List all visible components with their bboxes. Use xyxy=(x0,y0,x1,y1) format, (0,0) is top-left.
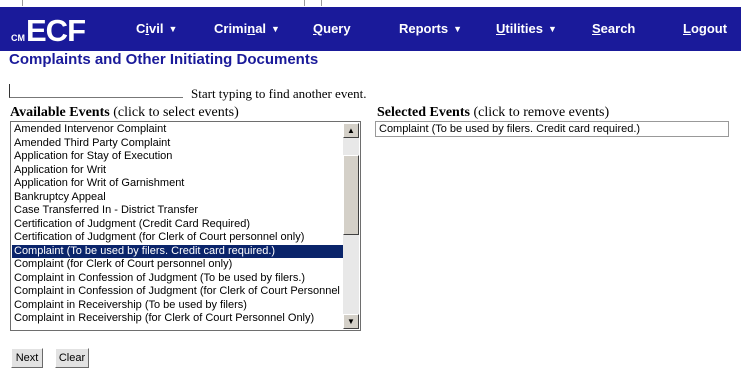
top-divider xyxy=(22,0,23,6)
nav-search[interactable]: Search xyxy=(592,7,635,51)
dropdown-caret-icon: ▼ xyxy=(453,24,463,34)
window-top-strip xyxy=(0,0,741,7)
event-list-item[interactable]: Certification of Judgment (for Clerk of … xyxy=(12,231,344,245)
selected-events-list[interactable]: Complaint (To be used by filers. Credit … xyxy=(375,121,729,137)
event-list-item[interactable]: Complaint (To be used by filers. Credit … xyxy=(12,244,344,258)
event-list-item[interactable]: Complaint in Receivership (To be used by… xyxy=(12,299,344,313)
clear-button[interactable]: Clear xyxy=(55,348,89,368)
available-events-label-bold: Available Events xyxy=(10,105,110,120)
available-events-label: Available Events (click to select events… xyxy=(10,105,239,121)
nav-civil[interactable]: Civil ▼ xyxy=(136,7,177,51)
logo-text: ECF xyxy=(26,13,86,48)
selected-event-item[interactable]: Complaint (To be used by filers. Credit … xyxy=(379,122,728,136)
selected-events-label: Selected Events (click to remove events) xyxy=(377,105,609,121)
dropdown-caret-icon: ▼ xyxy=(547,24,557,34)
list-scrollbar[interactable]: ▲ ▼ xyxy=(343,123,359,329)
event-list-item[interactable]: Amended Third Party Complaint xyxy=(12,137,344,151)
event-list-item[interactable]: Application for Stay of Execution xyxy=(12,150,344,164)
cmecf-logo: CM ECF xyxy=(11,10,86,48)
top-divider xyxy=(321,0,322,6)
scrollbar-thumb[interactable] xyxy=(343,155,359,235)
event-list-item[interactable]: Application for Writ xyxy=(12,164,344,178)
top-nav-bar: CM ECF Civil ▼ Criminal ▼ Query Reports ▼ Utili… xyxy=(0,7,741,51)
selected-events-label-bold: Selected Events xyxy=(377,105,470,120)
event-list-item[interactable]: Certification of Judgment (Credit Card R… xyxy=(12,218,344,232)
event-list-item[interactable]: Case Transferred In - District Transfer xyxy=(12,204,344,218)
event-list-item[interactable]: Complaint in Confession of Judgment (To … xyxy=(12,272,344,286)
top-divider xyxy=(304,0,305,6)
dropdown-caret-icon: ▼ xyxy=(271,24,280,34)
event-list-item[interactable]: Complaint (for Clerk of Court personnel … xyxy=(12,258,344,272)
event-list-item[interactable]: Complaint in Receivership (for Clerk of … xyxy=(12,312,344,326)
nav-utilities[interactable]: Utilities ▼ xyxy=(496,7,557,51)
available-events-label-hint: (click to select events) xyxy=(109,105,239,120)
nav-criminal[interactable]: Criminal ▼ xyxy=(214,7,280,51)
page-title: Complaints and Other Initiating Document… xyxy=(9,51,319,68)
event-search-hint: Start typing to find another event. xyxy=(191,86,367,101)
scroll-down-arrow-icon[interactable]: ▼ xyxy=(343,314,359,329)
logo-mark-text: CM xyxy=(11,33,25,43)
available-events-list[interactable]: Amended Intervenor Complaint Amended Thir… xyxy=(10,121,361,331)
event-list-item[interactable]: Amended Intervenor Complaint xyxy=(12,123,344,137)
nav-logout[interactable]: Logout xyxy=(683,7,727,51)
event-list-item[interactable]: Complaint in Confession of Judgment (for… xyxy=(12,285,344,299)
scroll-up-arrow-icon[interactable]: ▲ xyxy=(343,123,359,138)
selected-events-label-hint: (click to remove events) xyxy=(469,105,610,120)
nav-reports[interactable]: Reports ▼ xyxy=(399,7,462,51)
nav-query[interactable]: Query xyxy=(313,7,351,51)
dropdown-caret-icon: ▼ xyxy=(168,24,178,34)
event-list-item[interactable]: Application for Writ of Garnishment xyxy=(12,177,344,191)
logo-mark: CM xyxy=(11,34,25,43)
event-list-item[interactable]: Bankruptcy Appeal xyxy=(12,191,344,205)
next-button[interactable]: Next xyxy=(11,348,43,368)
event-search-input[interactable] xyxy=(9,84,183,98)
